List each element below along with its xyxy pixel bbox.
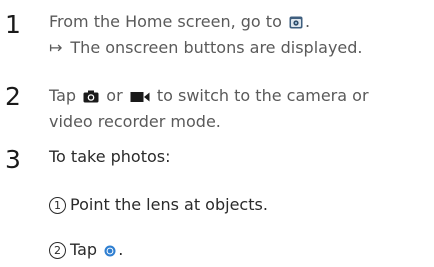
substep-2: 2 Tap .	[49, 238, 123, 262]
substep-marker: 1	[49, 197, 66, 214]
shutter-button-icon	[104, 245, 116, 257]
step-number: 2	[5, 82, 21, 111]
result-arrow-icon: ↦	[49, 38, 63, 57]
step-2-instruction: Tap or to switch to the camera or	[49, 86, 369, 105]
substep-marker: 2	[49, 242, 66, 259]
step-2-instruction-cont: video recorder mode.	[49, 112, 221, 131]
camera-app-icon	[289, 16, 303, 29]
camera-icon	[83, 90, 99, 103]
step-number: 1	[5, 10, 21, 39]
step-3-heading: To take photos:	[49, 147, 171, 166]
substep-1: 1 Point the lens at objects.	[49, 193, 268, 217]
step-1-instruction: From the Home screen, go to .	[49, 12, 311, 31]
step-number: 3	[5, 145, 21, 174]
video-camera-icon	[130, 92, 150, 102]
step-1-result: ↦ The onscreen buttons are displayed.	[49, 38, 363, 57]
